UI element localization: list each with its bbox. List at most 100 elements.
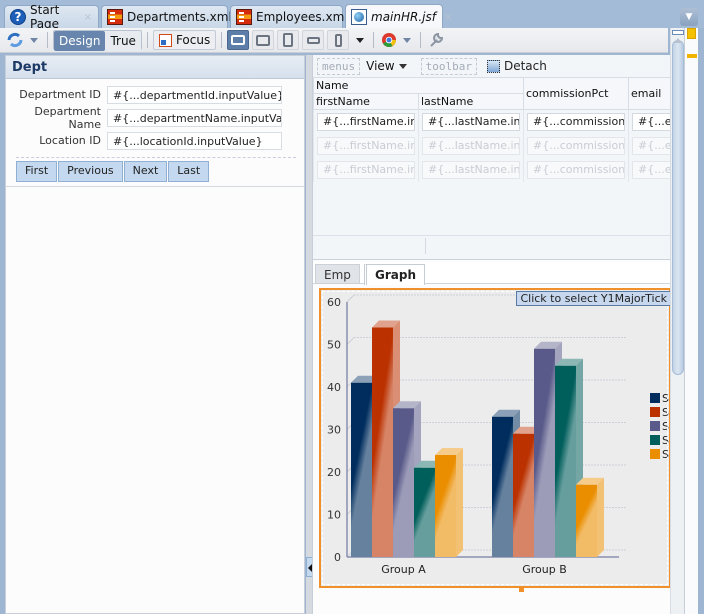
department-name-field[interactable]: #{...departmentName.inputValue} [107,108,282,127]
detach-button[interactable]: Detach [486,59,547,73]
bar-series-3-group-a [393,408,414,557]
editor-tab-bar: ? Start Page × Departments.xml × Employe… [0,0,704,31]
refresh-dropdown-icon[interactable] [30,37,38,43]
tab-employees-xml[interactable]: Employees.xml × [230,5,364,28]
location-id-field[interactable]: #{...locationId.inputValue} [107,131,282,150]
device-dropdown-icon[interactable] [356,37,365,43]
browser-button[interactable] [379,30,399,50]
tablet-portrait-view-button[interactable] [277,30,300,50]
column-header-lastname[interactable]: lastName [418,93,524,110]
window-edge [698,28,704,614]
firstname-cell[interactable]: #{...firstName.inpu [317,137,415,155]
focus-button[interactable]: Focus [152,30,217,50]
column-header-firstname[interactable]: firstName [313,93,419,110]
menus-facet[interactable]: menus [317,57,361,75]
phone-landscape-view-button[interactable] [302,30,325,50]
column-group-header-name[interactable]: Name [313,77,524,94]
tab-list-dropdown-button[interactable]: ▼ [680,8,698,26]
jsf-file-icon [351,9,367,25]
y-tick-label: 40 [327,381,341,394]
email-cell[interactable]: #{...em [632,161,670,179]
tab-emp[interactable]: Emp [315,264,360,284]
tab-start-page[interactable]: ? Start Page × [4,3,99,31]
bar-series-5-group-b [576,484,597,557]
detail-tabs: Emp Graph [313,262,670,285]
close-icon[interactable]: × [444,12,452,23]
tablet-landscape-view-button[interactable] [252,30,275,50]
department-id-field[interactable]: #{...departmentId.inputValue} [107,85,282,104]
tablet-portrait-icon [283,33,294,47]
scrollbar-thumb[interactable] [672,40,684,375]
lastname-cell[interactable]: #{...lastName.inpu [422,113,520,131]
wrench-icon [430,32,444,47]
separator [221,32,223,48]
tab-departments-xml[interactable]: Departments.xml × [101,5,248,28]
help-icon: ? [10,9,26,25]
toolbar-facet[interactable]: toolbar [420,57,477,75]
y-tick-label: 60 [327,296,341,309]
firstname-cell[interactable]: #{...firstName.inpu [317,113,415,131]
design-mode-button[interactable]: Design [54,31,106,51]
settings-button[interactable] [426,30,446,50]
lastname-cell[interactable]: #{...lastName.inpu [422,161,520,179]
table-row[interactable]: #{...firstName.inpu #{...lastName.inpu #… [313,158,670,182]
resize-handle[interactable] [519,587,524,592]
tab-label: Departments.xml [127,10,232,24]
xml-file-icon [236,9,252,25]
warning-marker-icon[interactable] [687,28,696,39]
column-header-email[interactable]: email [628,77,670,110]
separator [146,32,148,48]
next-button[interactable]: Next [123,161,168,182]
bar-chart[interactable]: 0102030405060Group AGroup BSeSeSeSeSe [321,290,670,586]
employees-table-area: menus View toolbar Detach Name commissio… [313,55,670,260]
commissionpct-cell[interactable]: #{...commissionPc [527,113,625,131]
true-mode-button[interactable]: True [105,31,141,51]
separator [47,32,48,48]
commissionpct-cell[interactable]: #{...commissionPc [527,161,625,179]
graph-tooltip: Click to select Y1MajorTick [516,291,670,306]
xml-file-icon [107,9,123,25]
bar-series-2-group-b [513,433,534,557]
record-navigation: First Previous Next Last [16,157,296,182]
warning-marker-icon[interactable] [687,54,697,58]
bar-graph-container[interactable]: 0102030405060Group AGroup BSeSeSeSeSe Cl… [319,288,670,588]
legend-swatch [650,393,660,403]
legend-swatch [650,435,660,445]
vertical-scrollbar[interactable] [670,28,684,614]
browser-dropdown-icon[interactable] [403,37,412,43]
last-button[interactable]: Last [168,161,210,182]
desktop-view-button[interactable] [227,30,250,50]
legend-label: Se [662,420,669,433]
tab-label: Employees.xml [256,10,348,24]
email-cell[interactable]: #{...em [632,113,670,131]
column-header-commissionpct[interactable]: commissionPct [523,77,629,110]
tablet-landscape-icon [256,34,271,46]
dept-panel: Dept Department ID #{...departmentId.inp… [5,55,305,614]
emp-panel: menus View toolbar Detach Name commissio… [312,55,670,614]
lastname-cell[interactable]: #{...lastName.inpu [422,137,520,155]
phone-portrait-view-button[interactable] [327,30,350,50]
view-menu-label: View [366,59,395,73]
focus-icon [158,33,172,47]
first-button[interactable]: First [16,161,58,182]
email-cell[interactable]: #{...em [632,137,670,155]
tab-mainhr-jsf[interactable]: mainHR.jsf × [345,4,452,29]
legend-swatch [650,407,660,417]
bar-side [456,448,463,557]
panel-collection-toolbar: menus View toolbar Detach [313,55,670,77]
view-menu[interactable]: View [366,59,410,73]
y-tick-label: 10 [327,509,341,522]
refresh-button[interactable] [0,30,26,50]
desktop-icon [231,35,246,45]
table-row[interactable]: #{...firstName.inpu #{...lastName.inpu #… [313,109,670,134]
tab-graph[interactable]: Graph [364,264,425,285]
table-row[interactable]: #{...firstName.inpu #{...lastName.inpu #… [313,134,670,158]
firstname-cell[interactable]: #{...firstName.inpu [317,161,415,179]
department-name-row: Department Name #{...departmentName.inpu… [6,105,304,131]
close-icon[interactable]: × [84,12,92,23]
design-true-toggle: Design True [53,30,142,51]
previous-button[interactable]: Previous [58,161,123,182]
scroll-up-arrow-icon[interactable] [674,38,682,43]
legend-swatch [650,421,660,431]
commissionpct-cell[interactable]: #{...commissionPc [527,137,625,155]
